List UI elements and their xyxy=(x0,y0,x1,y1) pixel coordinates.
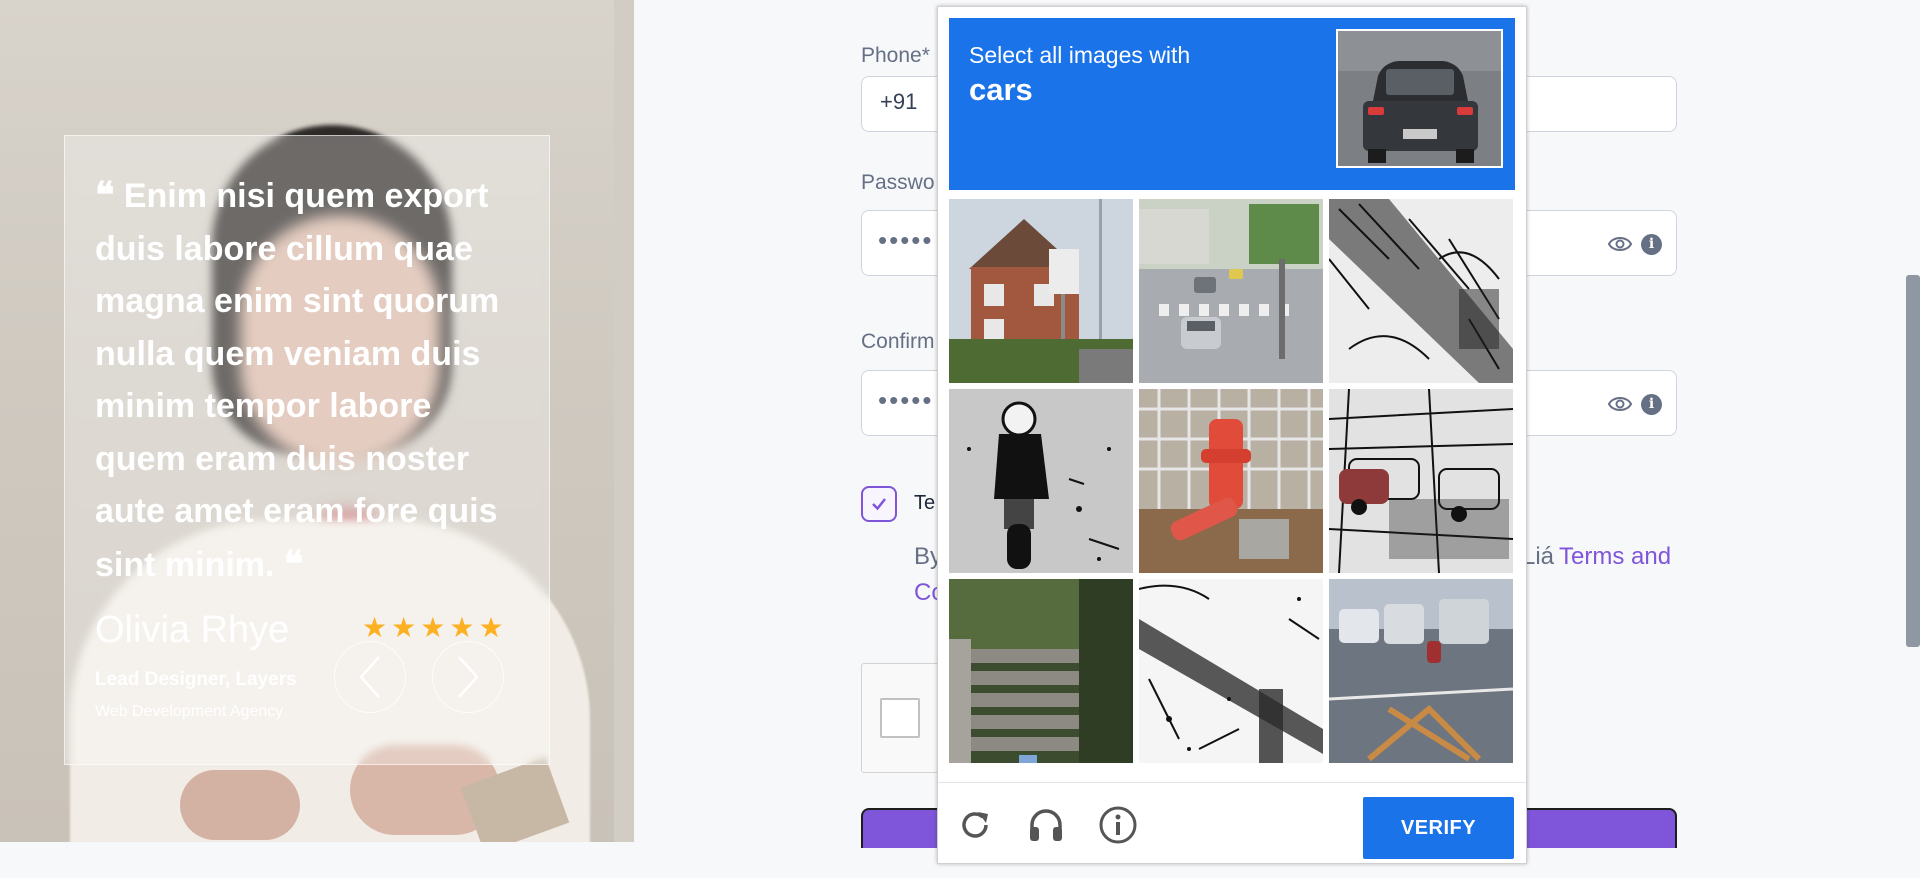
password-label: Passwo xyxy=(861,171,935,194)
chevron-right-icon xyxy=(458,656,479,698)
challenge-image-grid xyxy=(949,199,1515,769)
sample-car-image xyxy=(1336,29,1503,168)
tile-sketch-pattern[interactable] xyxy=(1329,199,1513,383)
tile-bridge-sketch[interactable] xyxy=(1139,579,1323,763)
author-role: Lead Designer, Layers xyxy=(95,669,297,690)
challenge-instruction: Select all images with xyxy=(969,42,1191,68)
reload-icon[interactable] xyxy=(953,803,997,847)
testimonial-card: ❝ Enim nisi quem export duis labore cill… xyxy=(64,135,550,765)
password-info-icon[interactable]: i xyxy=(1641,234,1662,255)
terms-checkbox-label: Te xyxy=(914,492,936,514)
show-confirm-password-eye-icon[interactable] xyxy=(1608,392,1632,416)
next-testimonial-button[interactable] xyxy=(432,641,504,713)
author-name: Olivia Rhye xyxy=(95,609,290,651)
tile-sketch-cars[interactable] xyxy=(1329,389,1513,573)
password-value: ••••• xyxy=(878,225,934,255)
verify-button[interactable]: VERIFY xyxy=(1363,797,1514,859)
star-icon: ★ xyxy=(478,612,504,643)
star-icon: ★ xyxy=(420,612,446,643)
open-quote-icon: ❝ xyxy=(95,174,115,216)
phone-label: Phone* xyxy=(861,44,930,67)
close-quote-icon: ❝ xyxy=(283,542,304,585)
challenge-header: Select all images with cars xyxy=(949,18,1515,190)
previous-testimonial-button[interactable] xyxy=(334,641,406,713)
captcha-checkbox[interactable] xyxy=(880,698,920,738)
challenge-target: cars xyxy=(969,72,1033,107)
tile-house-street[interactable] xyxy=(949,199,1133,383)
confirm-password-value: ••••• xyxy=(878,385,934,415)
terms-checkbox[interactable] xyxy=(861,486,897,522)
chevron-left-icon xyxy=(359,656,380,698)
hero-image: ❝ Enim nisi quem export duis labore cill… xyxy=(0,0,634,842)
phone-country-code[interactable]: +91 xyxy=(880,89,917,115)
tile-road-traffic[interactable] xyxy=(1329,579,1513,763)
tile-stairs[interactable] xyxy=(949,579,1133,763)
audio-icon[interactable] xyxy=(1024,803,1068,847)
star-icon: ★ xyxy=(449,612,475,643)
confirm-password-label: Confirm xyxy=(861,330,935,353)
star-rating: ★ ★ ★ ★ ★ xyxy=(362,614,504,642)
tile-fire-hydrant[interactable] xyxy=(1139,389,1323,573)
info-icon[interactable] xyxy=(1096,803,1140,847)
confirm-password-info-icon[interactable]: i xyxy=(1641,394,1662,415)
challenge-footer: VERIFY xyxy=(938,782,1526,864)
author-organization: Web Development Agency xyxy=(95,703,284,720)
star-icon: ★ xyxy=(391,612,417,643)
tile-crosswalk-cars[interactable] xyxy=(1139,199,1323,383)
testimonial-quote: ❝ Enim nisi quem export duis labore cill… xyxy=(95,169,525,591)
checkmark-icon xyxy=(872,498,886,511)
tile-motorcycle[interactable] xyxy=(949,389,1133,573)
page-scrollbar[interactable] xyxy=(1906,275,1920,647)
captcha-challenge-dialog: Select all images with cars VERIFY xyxy=(937,6,1527,864)
terms-link[interactable]: Terms and xyxy=(1559,543,1671,571)
show-password-eye-icon[interactable] xyxy=(1608,232,1632,256)
star-icon: ★ xyxy=(362,612,388,643)
quote-body: Enim nisi quem export duis labore cillum… xyxy=(95,177,500,584)
